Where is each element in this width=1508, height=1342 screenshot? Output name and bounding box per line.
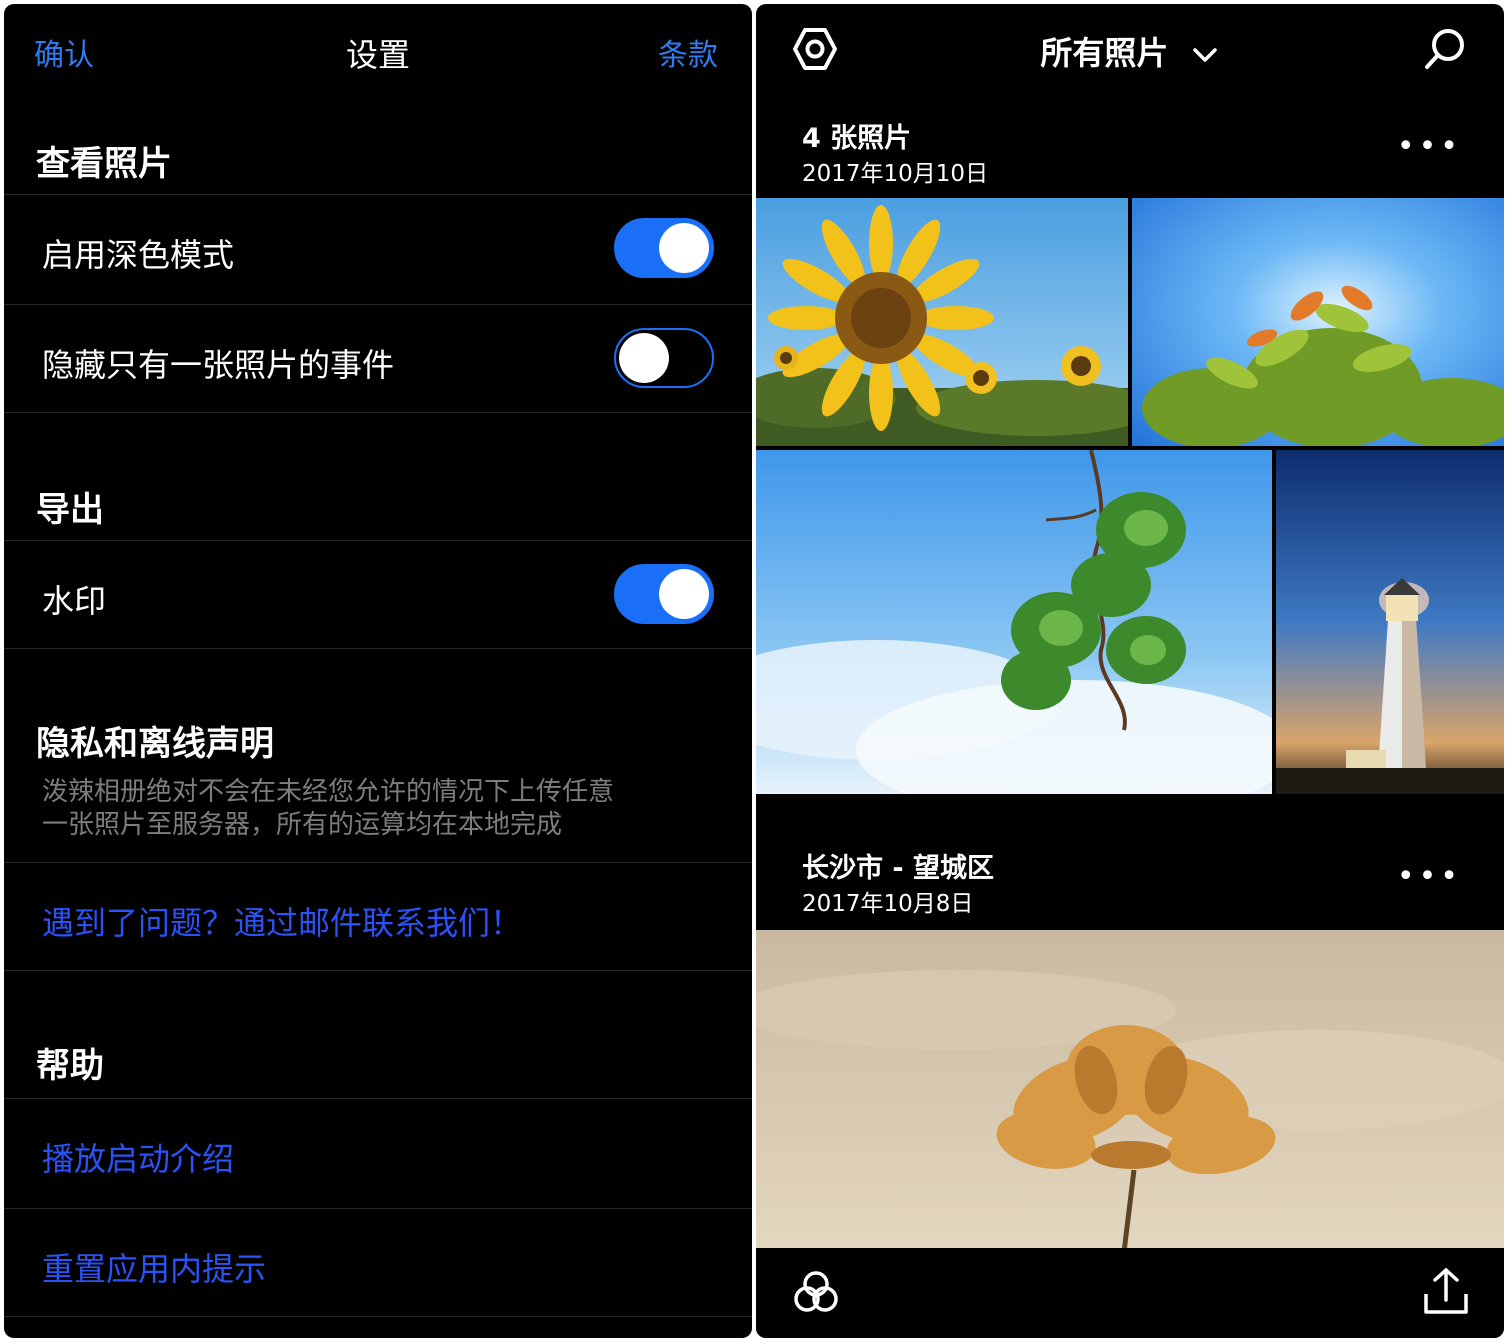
- event-title: 4 张照片: [802, 123, 912, 154]
- section-title-privacy: 隐私和离线声明: [36, 724, 274, 764]
- divider: [4, 862, 752, 863]
- divider: [4, 1208, 752, 1209]
- play-intro-link[interactable]: 播放启动介绍: [42, 1134, 234, 1180]
- divider: [4, 1098, 752, 1099]
- watermark-toggle[interactable]: [614, 564, 714, 624]
- toggle-knob: [619, 333, 669, 383]
- photos-header: 所有照片: [756, 4, 1504, 100]
- settings-nav-bar: 确认 设置 条款: [4, 4, 752, 100]
- album-title: 所有照片: [1040, 34, 1169, 72]
- photo-lighthouse[interactable]: [1276, 450, 1504, 794]
- hide-single-photo-events-toggle[interactable]: [614, 328, 714, 388]
- event-title: 长沙市 - 望城区: [802, 853, 995, 884]
- album-selector[interactable]: 所有照片: [756, 28, 1504, 74]
- privacy-note-line-1: 泼辣相册绝对不会在未经您允许的情况下上传任意: [42, 777, 615, 807]
- circles-icon[interactable]: [792, 1268, 840, 1316]
- terms-button[interactable]: 条款: [658, 30, 718, 74]
- flower-image: [756, 930, 1504, 1252]
- divider: [4, 194, 752, 195]
- section-title-export: 导出: [36, 490, 104, 530]
- reset-tips-link[interactable]: 重置应用内提示: [42, 1244, 266, 1290]
- lighthouse-image: [1276, 450, 1504, 794]
- search-icon[interactable]: [1422, 26, 1468, 72]
- event-more-button[interactable]: •••: [1397, 132, 1462, 162]
- settings-screen: 确认 设置 条款 查看照片 启用深色模式 隐藏只有一张照片的事件 导出 水印 隐…: [4, 4, 752, 1338]
- section-title-view-photos: 查看照片: [36, 144, 172, 184]
- divider: [4, 540, 752, 541]
- sunflower-image: [756, 198, 1128, 446]
- divider: [4, 1316, 752, 1317]
- photo-sunflower[interactable]: [756, 198, 1128, 446]
- plant-image: [1132, 198, 1504, 446]
- watermark-label: 水印: [42, 582, 107, 620]
- photos-screen: 所有照片 4 张照片 2017年10月10日 ••• 长沙市 - 望城区 201…: [756, 4, 1504, 1338]
- toggle-knob: [659, 569, 709, 619]
- photo-leaf-branch[interactable]: [756, 450, 1272, 794]
- privacy-note-line-2: 一张照片至服务器，所有的运算均在本地完成: [42, 810, 563, 840]
- dark-mode-toggle[interactable]: [614, 218, 714, 278]
- photos-bottom-bar: [756, 1248, 1504, 1338]
- photo-plant-sky[interactable]: [1132, 198, 1504, 446]
- section-title-help: 帮助: [36, 1046, 104, 1086]
- share-icon[interactable]: [1422, 1266, 1470, 1316]
- divider: [4, 412, 752, 413]
- dark-mode-label: 启用深色模式: [42, 236, 235, 274]
- leaf-image: [756, 450, 1272, 794]
- hide-single-photo-events-label: 隐藏只有一张照片的事件: [42, 346, 395, 384]
- settings-title: 设置: [345, 36, 410, 74]
- chevron-down-icon: [1192, 48, 1217, 62]
- event-more-button[interactable]: •••: [1397, 862, 1462, 892]
- event-date: 2017年10月10日: [802, 161, 989, 187]
- photo-orange-flower[interactable]: [756, 930, 1504, 1252]
- contact-email-link[interactable]: 遇到了问题？通过邮件联系我们！: [42, 898, 522, 944]
- event-date: 2017年10月8日: [802, 891, 974, 917]
- divider: [4, 970, 752, 971]
- divider: [4, 648, 752, 649]
- toggle-knob: [659, 223, 709, 273]
- divider: [4, 304, 752, 305]
